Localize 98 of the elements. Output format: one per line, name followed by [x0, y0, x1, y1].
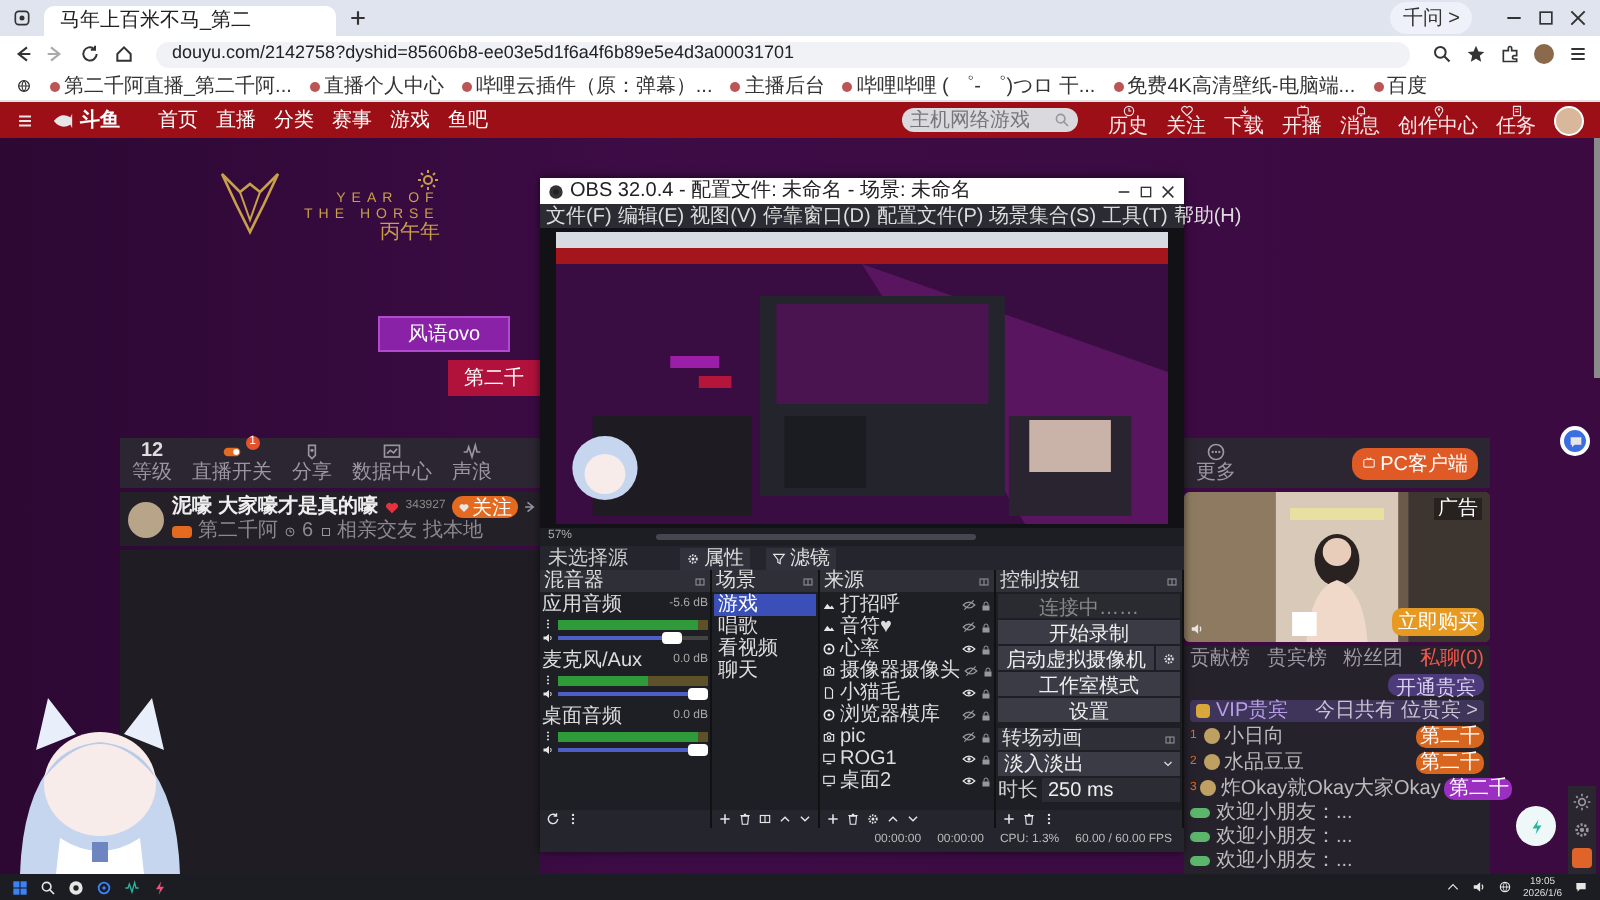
chat-tab[interactable]: 粉丝团 — [1343, 648, 1403, 671]
vip-button[interactable]: 开通贵宾 — [1388, 674, 1484, 697]
bookmark-link[interactable]: 主播后台 — [730, 75, 825, 97]
streamer-button[interactable]: 第二千 — [448, 360, 540, 397]
dock-title: 混音器 — [544, 570, 604, 592]
scene-item[interactable]: 聊天 — [714, 660, 816, 682]
scene-item[interactable]: 唱歌 — [714, 616, 816, 638]
nav-link[interactable]: 分类 — [274, 109, 314, 131]
selection-label: 未选择源 — [548, 547, 628, 569]
nav-action-label[interactable]: 任务 — [1496, 117, 1536, 137]
chat-tab[interactable]: 贵宾榜 — [1266, 648, 1327, 671]
nav-link[interactable]: 首页 — [158, 109, 198, 131]
channel-name: 应用音频 — [542, 594, 622, 616]
duration-label: 时长 — [998, 779, 1038, 801]
bookmark-link[interactable]: 百度 — [1373, 75, 1428, 97]
fan-badge: 第二千 — [1416, 725, 1484, 748]
bookmark-link[interactable]: 直播个人中心 — [309, 75, 444, 97]
chat-tab[interactable]: 贡献榜 — [1190, 648, 1250, 671]
nav-action-label[interactable]: 开播 — [1282, 117, 1322, 137]
toolbar-label[interactable]: 更多 — [1196, 464, 1236, 484]
nav-link[interactable]: 赛事 — [332, 109, 372, 131]
chat-message: 欢迎小朋友：... — [1216, 825, 1353, 848]
site-logo[interactable]: 斗鱼 — [80, 109, 120, 131]
control-button[interactable]: 开始录制 — [998, 620, 1180, 644]
control-button[interactable]: 设置 — [998, 698, 1180, 722]
bookmark-link[interactable]: 哔哩云插件（原：弹幕）... — [461, 75, 713, 97]
user-name[interactable]: 小日向 — [1224, 725, 1284, 748]
dock-title: 控制按钮 — [1000, 570, 1080, 592]
chat-message: 欢迎小朋友：... — [1216, 801, 1353, 824]
toolbar-label[interactable]: 分享 — [292, 464, 332, 484]
source-item[interactable]: 打招呼 — [840, 594, 958, 616]
address-field[interactable]: douyu.com/2142758?dyshid=85606b8-ee03e5d1f6a4f6b89e5e4d3a00031701 — [156, 41, 1410, 67]
bookmark-link[interactable]: 哔哩哔哩 ( ゜- ゜)つロ 干... — [842, 75, 1096, 97]
source-item[interactable]: 浏览器模库 — [840, 704, 958, 726]
browser-tab[interactable]: 马年上百米不马_第二 — [44, 6, 336, 36]
control-button[interactable]: 启动虚拟摄像机 — [998, 646, 1154, 670]
menu-item[interactable]: 工具(T) — [1102, 205, 1168, 227]
transition-select[interactable]: 淡入淡出 — [998, 752, 1180, 776]
bookmark-link[interactable]: 第二千阿直播_第二千阿... — [50, 75, 292, 97]
chat-tab[interactable]: 私聊(0) — [1419, 648, 1484, 671]
menu-item[interactable]: 编辑(E) — [617, 205, 685, 227]
fan-badge: 第二千 — [1416, 751, 1484, 774]
source-item[interactable]: pic — [840, 726, 958, 748]
source-item[interactable]: 心率 — [840, 638, 958, 660]
category-link[interactable]: 相亲交友 — [337, 520, 418, 542]
nav-action-label[interactable]: 历史 — [1108, 117, 1148, 137]
nav-action-label[interactable]: 下载 — [1224, 117, 1264, 137]
toolbar-button[interactable]: 滤镜 — [766, 547, 836, 569]
nav-action-label[interactable]: 关注 — [1166, 117, 1206, 137]
vip-title: VIP贵宾 — [1216, 700, 1289, 723]
nav-link[interactable]: 鱼吧 — [448, 109, 488, 131]
vip-banner[interactable]: VIP贵宾 今日共有 位贵宾 > — [1190, 699, 1484, 723]
toolbar-label[interactable]: 数据中心 — [352, 464, 432, 484]
streamer-tag[interactable]: 第二千阿 — [198, 520, 278, 542]
toolbar-label[interactable]: 声浪 — [452, 464, 492, 484]
menu-item[interactable]: 停靠窗口(D) — [762, 205, 871, 227]
fan-badge: 第二千 — [1444, 777, 1513, 800]
ad-label: 广告 — [1434, 498, 1482, 520]
duration-field[interactable]: 250 ms — [1042, 778, 1180, 802]
menu-item[interactable]: 帮助(H) — [1173, 205, 1242, 227]
toolbar-button[interactable]: 属性 — [680, 547, 750, 569]
toolbar-label[interactable]: 直播开关 — [192, 464, 272, 484]
hero-subtitle: 丙午年 — [379, 222, 440, 245]
viewer-count: 6 — [302, 520, 314, 542]
assistant-button[interactable]: 千问 > — [1390, 2, 1472, 34]
source-item[interactable]: 摄像器摄像头 — [840, 660, 960, 682]
menu-item[interactable]: 文件(F) — [546, 205, 612, 227]
menu-item[interactable]: 视图(V) — [690, 205, 757, 227]
bookmark-link[interactable]: 免费4K高清壁纸-电脑端... — [1113, 75, 1356, 97]
nav-link[interactable]: 游戏 — [390, 109, 430, 131]
nav-action-label[interactable]: 消息 — [1340, 117, 1380, 137]
client-download-button[interactable]: PC客户端 — [1352, 447, 1478, 479]
channel-name: 麦克风/Aux — [542, 650, 643, 672]
vip-note: 今日共有 位贵宾 > — [1315, 700, 1478, 723]
location-link[interactable]: 找本地 — [423, 520, 484, 542]
scene-item[interactable]: 游戏 — [714, 594, 816, 616]
dock-title: 转场动画 — [1002, 728, 1082, 750]
streamer-button[interactable]: 风语ovo — [378, 316, 510, 353]
nav-link[interactable]: 直播 — [216, 109, 256, 131]
source-item[interactable]: 音符♥ — [840, 616, 958, 638]
channel-name: 桌面音频 — [542, 706, 622, 728]
window-title: OBS 32.0.4 - 配置文件: 未命名 - 场景: 未命名 — [570, 180, 972, 202]
menu-item[interactable]: 场景集合(S) — [989, 205, 1097, 227]
source-item[interactable]: 桌面2 — [840, 770, 958, 792]
toolbar-label: 等级 — [132, 464, 172, 484]
chat-message: 欢迎小朋友：... — [1216, 849, 1353, 872]
level-number: 12 — [140, 442, 164, 462]
nav-action-label[interactable]: 创作中心 — [1398, 117, 1478, 137]
user-name[interactable]: 炸Okay就Okay大家Okay — [1220, 777, 1441, 800]
streamer-name: 泥嚎 大家嚎才是真的嚎 — [172, 496, 378, 518]
menu-item[interactable]: 配置文件(P) — [876, 205, 984, 227]
user-name[interactable]: 水品豆豆 — [1224, 751, 1304, 774]
dock-title: 场景 — [716, 570, 756, 592]
source-item[interactable]: ROG1 — [840, 748, 958, 770]
dock-title: 来源 — [824, 570, 864, 592]
control-button[interactable]: 工作室模式 — [998, 672, 1180, 696]
scene-item[interactable]: 看视频 — [714, 638, 816, 660]
source-item[interactable]: 小猫毛 — [840, 682, 958, 704]
